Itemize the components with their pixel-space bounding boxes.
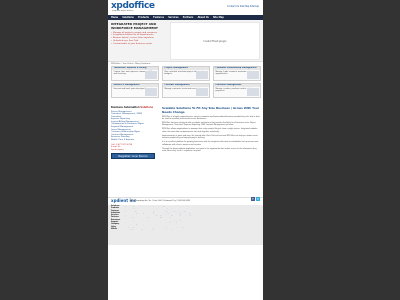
sitemap-links: Solutions Project Management | Timesheet … bbox=[108, 205, 263, 245]
feature-box-title: Customer Relationship Management bbox=[214, 67, 260, 70]
main-content: Scalable Solutions To Fit Any Size Busin… bbox=[162, 106, 260, 154]
sitemap-row: Mobile iPhone App | Android App | BlackBe… bbox=[111, 229, 260, 231]
content-paragraph: XPDOffice has been designed with a modul… bbox=[162, 121, 256, 127]
nav-item-features[interactable]: Features bbox=[153, 16, 164, 19]
nav-item-services[interactable]: Services bbox=[168, 16, 178, 19]
social-icons: f t bbox=[251, 197, 260, 201]
feature-box-project[interactable]: Project Management Plan, schedule and tr… bbox=[162, 66, 210, 81]
feature-box-image bbox=[247, 88, 259, 96]
content-paragraph: XPDOffice allows organizations to manage… bbox=[162, 128, 258, 133]
sidebar-item[interactable]: Mobile Time & Expense bbox=[111, 139, 158, 142]
feature-box-image bbox=[145, 88, 157, 96]
sidebar-title-suffix: Solutions bbox=[140, 106, 153, 109]
feature-box-image bbox=[247, 71, 259, 79]
hero-text: INTEGRATED PROJECT AND WORKFORCE MANAGEM… bbox=[111, 22, 171, 46]
sidebar-title: Business Automation Solutions bbox=[111, 106, 158, 109]
hero-title: INTEGRATED PROJECT AND WORKFORCE MANAGEM… bbox=[111, 22, 158, 30]
flash-placeholder: Invalid Flash plugin bbox=[170, 22, 260, 60]
feature-box-contract[interactable]: Contract Management Manage contracts, te… bbox=[162, 83, 210, 98]
feature-box-image bbox=[145, 71, 157, 79]
header: xpdoffice integrated project delivery Co… bbox=[108, 0, 263, 15]
twitter-icon[interactable]: t bbox=[256, 197, 260, 201]
hero-banner: INTEGRATED PROJECT AND WORKFORCE MANAGEM… bbox=[108, 20, 263, 62]
main-title: Scalable Solutions To Fit Any Size Busin… bbox=[162, 106, 260, 114]
top-links[interactable]: Contact Us Site Map Sitemap bbox=[227, 5, 259, 8]
facebook-icon[interactable]: f bbox=[251, 197, 255, 201]
hero-bullet-list: Manage all projects, people and resource… bbox=[111, 32, 171, 46]
contact-inquiry[interactable]: Send Inquiry bbox=[111, 149, 158, 152]
page-container: xpdoffice integrated project delivery Co… bbox=[108, 0, 263, 300]
content-paragraph: XPDOffice is a highly comprehensive, eas… bbox=[162, 115, 260, 120]
feature-box-purchase[interactable]: Purchase Management Manage vendors, purc… bbox=[213, 83, 261, 98]
nav-item-home[interactable]: Home bbox=[111, 16, 118, 19]
content-paragraph: Implementation is quick and easy. Get st… bbox=[162, 134, 259, 140]
nav-item-products[interactable]: Products bbox=[138, 16, 149, 19]
sitemap-links-row[interactable]: iPhone App | Android App | BlackBerry | … bbox=[123, 229, 175, 231]
register-demo-button[interactable]: Register Live Demo bbox=[111, 153, 155, 160]
feature-box-image bbox=[196, 71, 208, 79]
nav-item-solutions[interactable]: Solutions bbox=[122, 16, 134, 19]
breadcrumb: XPDoffice - Your Portal - Many Solutions bbox=[111, 63, 151, 65]
footer-address: 1450 Broadway Ave Ste | Suite 600 | Redw… bbox=[130, 200, 191, 202]
feature-box-timesheet[interactable]: Timesheet, Expense & Billing Capture tim… bbox=[111, 66, 159, 81]
nav-item-sitemap[interactable]: Site Map bbox=[213, 16, 224, 19]
sitemap-key: Mobile bbox=[111, 228, 117, 230]
content-paragraph: Through the browser-based application, e… bbox=[162, 147, 257, 152]
feature-box-image bbox=[196, 88, 208, 96]
page-bottom-space bbox=[108, 245, 263, 300]
contact-block: Call: 1-877-377-4736 E-mail Us Send Inqu… bbox=[111, 144, 158, 152]
feature-box-crm[interactable]: Customer Relationship Management Manage … bbox=[213, 66, 261, 81]
nav-item-partners[interactable]: Partners bbox=[183, 16, 194, 19]
logo-tagline: integrated project delivery bbox=[112, 11, 134, 12]
nav-item-about[interactable]: About Us bbox=[198, 16, 209, 19]
feature-boxes: Timesheet, Expense & Billing Capture tim… bbox=[111, 66, 261, 100]
sidebar-title-prefix: Business Automation bbox=[111, 106, 140, 109]
sidebar: Business Automation Solutions Project Ma… bbox=[111, 106, 158, 160]
feature-box-salesops[interactable]: SalesOPS Management Forecast and track y… bbox=[111, 83, 159, 98]
hero-bullet: Customizable to your business needs bbox=[111, 43, 171, 46]
logo[interactable]: xpdoffice bbox=[111, 2, 155, 11]
content-paragraph: It is an excellent platform for growing … bbox=[162, 141, 259, 146]
